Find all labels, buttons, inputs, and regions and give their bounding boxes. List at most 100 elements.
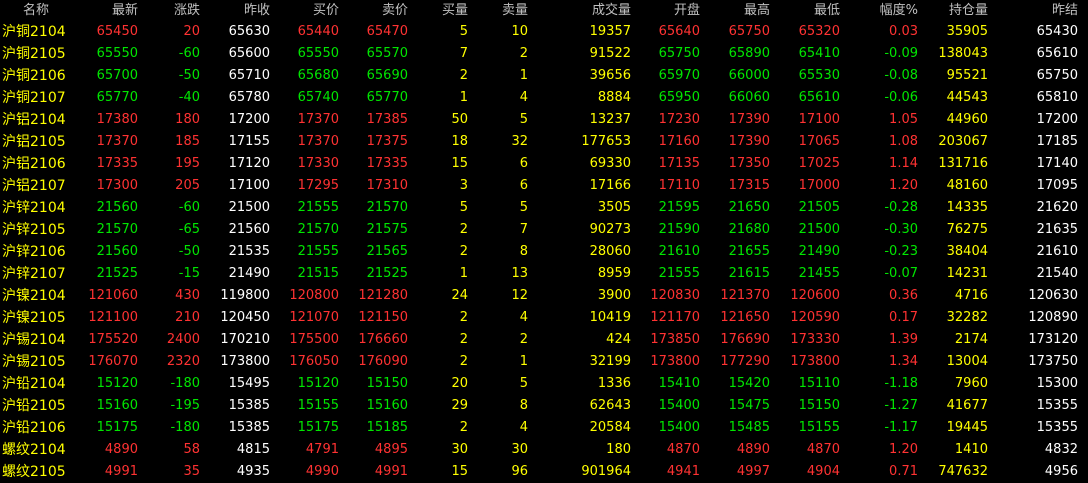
- cell-volume: 901964: [581, 464, 631, 479]
- table-row[interactable]: 沪镍2105 121100 210 120450 121070 121150 2 4 10419…: [0, 307, 1088, 329]
- table-row[interactable]: 沪锌2105 21570 -65 21560 21570 21575 2 7 90273 2159…: [0, 219, 1088, 241]
- commodity-name: 沪铝: [2, 156, 30, 172]
- cell-open: 17135: [658, 156, 700, 171]
- cell-low: 21500: [798, 222, 840, 237]
- cell-prev-close: 15495: [228, 376, 270, 391]
- table-row[interactable]: 沪铅2105 15160 -195 15385 15155 15160 29 8 62643 15…: [0, 395, 1088, 417]
- contract-month: 2105: [30, 222, 66, 238]
- table-row[interactable]: 沪锡2104 175520 2400 170210 175500 176660 2 2 424 1…: [0, 329, 1088, 351]
- column-header-ask[interactable]: 卖价: [339, 0, 408, 22]
- contract-name[interactable]: 沪锡2105: [2, 351, 70, 373]
- column-header-ask-volume[interactable]: 卖量: [468, 0, 528, 22]
- column-header-open-interest[interactable]: 持仓量: [918, 0, 988, 22]
- table-row[interactable]: 螺纹2105 4991 35 4935 4990 4991 15 96 901964 4941 49…: [0, 461, 1088, 483]
- contract-name[interactable]: 沪铅2105: [2, 395, 70, 417]
- contract-name[interactable]: 沪铝2106: [2, 153, 70, 175]
- table-row[interactable]: 沪锌2106 21560 -50 21535 21555 21565 2 8 28060 2161…: [0, 241, 1088, 263]
- contract-name[interactable]: 螺纹2105: [2, 461, 70, 483]
- cell-change: -180: [170, 376, 200, 391]
- column-header-open[interactable]: 开盘: [631, 0, 700, 22]
- column-header-low[interactable]: 最低: [770, 0, 840, 22]
- cell-prev-close: 21535: [228, 244, 270, 259]
- contract-name[interactable]: 沪锌2106: [2, 241, 70, 263]
- contract-name[interactable]: 沪铝2107: [2, 175, 70, 197]
- cell-prev-close: 119800: [220, 288, 270, 303]
- table-row[interactable]: 沪铅2104 15120 -180 15495 15120 15150 20 5 1336 154…: [0, 373, 1088, 395]
- cell-volume: 39656: [589, 68, 631, 83]
- column-header-change[interactable]: 涨跌: [138, 0, 200, 22]
- cell-pct-change: -1.17: [884, 420, 918, 435]
- cell-ask: 17385: [366, 112, 408, 127]
- table-row[interactable]: 沪锡2105 176070 2320 173800 176050 176090 2 1 3219…: [0, 351, 1088, 373]
- contract-name[interactable]: 沪锌2105: [2, 219, 70, 241]
- cell-ask-volume: 13: [511, 266, 528, 281]
- cell-open: 21595: [658, 200, 700, 215]
- table-row[interactable]: 沪铜2105 65550 -60 65600 65550 65570 7 2 91522 6575…: [0, 43, 1088, 65]
- column-header-bid[interactable]: 买价: [270, 0, 339, 22]
- column-header-prev-settle[interactable]: 昨结: [990, 0, 1078, 22]
- cell-ask: 176660: [358, 332, 408, 347]
- cell-open: 65640: [658, 24, 700, 39]
- column-header-pct-change[interactable]: 幅度%: [840, 0, 918, 22]
- table-row[interactable]: 沪镍2104 121060 430 119800 120800 121280 24 12 390…: [0, 285, 1088, 307]
- cell-low: 173330: [790, 332, 840, 347]
- cell-prev-settle: 21635: [1036, 222, 1078, 237]
- contract-name[interactable]: 沪铅2104: [2, 373, 70, 395]
- cell-high: 66060: [728, 90, 770, 105]
- contract-name[interactable]: 沪铜2106: [2, 65, 70, 87]
- cell-pct-change: 1.20: [889, 178, 918, 193]
- column-header-prev-close[interactable]: 昨收: [200, 0, 270, 22]
- cell-high: 15475: [728, 398, 770, 413]
- contract-name[interactable]: 沪锡2104: [2, 329, 70, 351]
- column-header-last[interactable]: 最新: [68, 0, 138, 22]
- cell-last: 15160: [96, 398, 138, 413]
- contract-name[interactable]: 沪锌2104: [2, 197, 70, 219]
- contract-name[interactable]: 沪铜2105: [2, 43, 70, 65]
- cell-pct-change: 0.71: [889, 464, 918, 479]
- cell-change: -65: [178, 222, 200, 237]
- contract-name[interactable]: 沪镍2105: [2, 307, 70, 329]
- contract-name[interactable]: 沪铝2105: [2, 131, 70, 153]
- cell-high: 17350: [728, 156, 770, 171]
- cell-high: 17390: [728, 134, 770, 149]
- contract-name[interactable]: 沪锌2107: [2, 263, 70, 285]
- cell-high: 121370: [720, 288, 770, 303]
- contract-name[interactable]: 沪铅2106: [2, 417, 70, 439]
- table-row[interactable]: 沪铜2107 65770 -40 65780 65740 65770 1 4 8884 65950…: [0, 87, 1088, 109]
- cell-bid-volume: 2: [459, 68, 468, 83]
- table-row[interactable]: 沪锌2104 21560 -60 21500 21555 21570 5 5 3505 21595…: [0, 197, 1088, 219]
- cell-ask: 21565: [366, 244, 408, 259]
- cell-volume: 20584: [589, 420, 631, 435]
- column-header-name[interactable]: 名称: [4, 0, 68, 22]
- table-row[interactable]: 沪锌2107 21525 -15 21490 21515 21525 1 13 8959 2155…: [0, 263, 1088, 285]
- contract-name[interactable]: 沪铜2104: [2, 21, 70, 43]
- table-row[interactable]: 沪铝2106 17335 195 17120 17330 17335 15 6 69330 171…: [0, 153, 1088, 175]
- contract-name[interactable]: 沪镍2104: [2, 285, 70, 307]
- column-header-volume[interactable]: 成交量: [531, 0, 631, 22]
- contract-month: 2106: [30, 68, 66, 84]
- quote-table: 名称 最新 涨跌 昨收 买价 卖价 买量 卖量 成交量 开盘 最高 最低 幅度% 持仓量 昨结 沪铜2104…: [0, 0, 1088, 483]
- contract-month: 2104: [30, 376, 66, 392]
- contract-month: 2105: [30, 46, 66, 62]
- cell-ask: 15160: [366, 398, 408, 413]
- contract-month: 2104: [30, 288, 66, 304]
- table-row[interactable]: 沪铝2104 17380 180 17200 17370 17385 50 5 13237 172…: [0, 109, 1088, 131]
- cell-ask-volume: 8: [519, 398, 528, 413]
- cell-last: 176070: [88, 354, 138, 369]
- table-row[interactable]: 螺纹2104 4890 58 4815 4791 4895 30 30 180 4870 4890 4…: [0, 439, 1088, 461]
- cell-bid: 65440: [297, 24, 339, 39]
- commodity-name: 沪铝: [2, 112, 30, 128]
- column-header-bid-volume[interactable]: 买量: [408, 0, 468, 22]
- table-row[interactable]: 沪铅2106 15175 -180 15385 15175 15185 2 4 20584 154…: [0, 417, 1088, 439]
- table-row[interactable]: 沪铝2105 17370 185 17155 17370 17375 18 32 177653 1…: [0, 131, 1088, 153]
- cell-open: 17230: [658, 112, 700, 127]
- contract-name[interactable]: 沪铜2107: [2, 87, 70, 109]
- contract-name[interactable]: 沪铝2104: [2, 109, 70, 131]
- cell-change: -180: [170, 420, 200, 435]
- column-header-high[interactable]: 最高: [700, 0, 770, 22]
- contract-name[interactable]: 螺纹2104: [2, 439, 70, 461]
- table-row[interactable]: 沪铝2107 17300 205 17100 17295 17310 3 6 17166 1711…: [0, 175, 1088, 197]
- table-row[interactable]: 沪铜2106 65700 -50 65710 65680 65690 2 1 39656 6597…: [0, 65, 1088, 87]
- cell-low: 65320: [798, 24, 840, 39]
- table-row[interactable]: 沪铜2104 65450 20 65630 65440 65470 5 10 19357 6564…: [0, 21, 1088, 43]
